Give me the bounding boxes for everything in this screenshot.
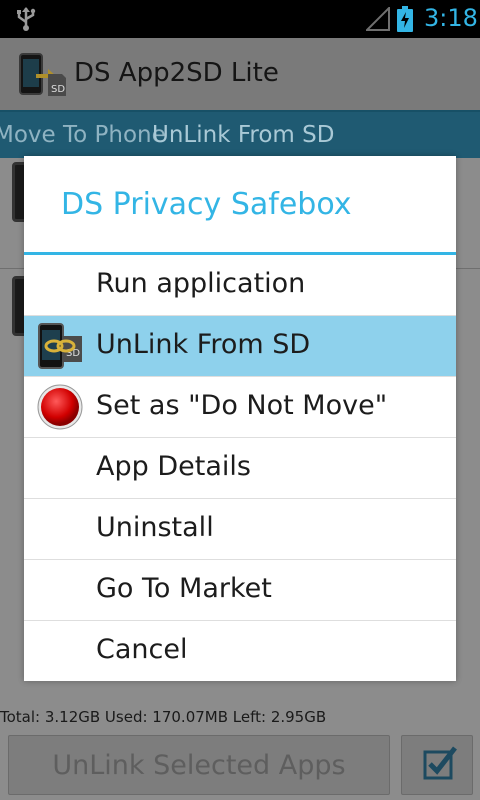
- clock: 3:18: [424, 4, 478, 32]
- menu-item-label: Cancel: [96, 634, 188, 665]
- app-title: DS App2SD Lite: [74, 58, 279, 88]
- menu-item-app-details[interactable]: App Details: [24, 438, 456, 499]
- context-menu-dialog: DS Privacy Safebox Run application SD Un…: [24, 156, 456, 681]
- menu-item-label: Go To Market: [96, 573, 272, 604]
- action-bar: SD DS App2SD Lite: [0, 38, 480, 110]
- unlink-sd-icon: SD: [38, 323, 82, 369]
- menu-item-label: Run application: [96, 268, 306, 299]
- red-circle-icon: [37, 384, 83, 430]
- tab-move-to-phone[interactable]: Move To Phone: [0, 122, 166, 148]
- menu-item-label: App Details: [96, 451, 251, 482]
- dialog-title: DS Privacy Safebox: [61, 187, 352, 222]
- menu-item-set-do-not-move[interactable]: Set as "Do Not Move": [24, 377, 456, 438]
- usb-icon: [17, 7, 36, 31]
- dialog-header: DS Privacy Safebox: [24, 156, 456, 252]
- menu-item-label: Uninstall: [96, 512, 214, 543]
- storage-summary: Total: 3.12GB Used: 170.07MB Left: 2.95G…: [0, 708, 327, 726]
- checkbox-checked-icon: [423, 746, 457, 780]
- menu-item-cancel[interactable]: Cancel: [24, 621, 456, 681]
- menu-item-uninstall[interactable]: Uninstall: [24, 499, 456, 560]
- tab-unlink-from-sd[interactable]: UnLink From SD: [152, 122, 334, 148]
- select-all-button[interactable]: [401, 735, 473, 795]
- battery-charging-icon: [397, 6, 413, 32]
- menu-item-label: UnLink From SD: [96, 329, 311, 360]
- unlink-selected-apps-button[interactable]: UnLink Selected Apps: [8, 735, 390, 795]
- menu-item-run-application[interactable]: Run application: [24, 255, 456, 316]
- status-bar: 3:18: [0, 0, 480, 38]
- unlink-selected-apps-label: UnLink Selected Apps: [52, 750, 346, 781]
- signal-icon: [366, 7, 390, 31]
- app-logo-icon: SD: [19, 53, 66, 96]
- menu-item-unlink-from-sd[interactable]: SD UnLink From SD: [24, 316, 456, 377]
- menu-item-go-to-market[interactable]: Go To Market: [24, 560, 456, 621]
- menu-item-label: Set as "Do Not Move": [96, 390, 388, 421]
- tab-bar: Move To Phone UnLink From SD: [0, 110, 480, 158]
- svg-text:SD: SD: [51, 84, 65, 95]
